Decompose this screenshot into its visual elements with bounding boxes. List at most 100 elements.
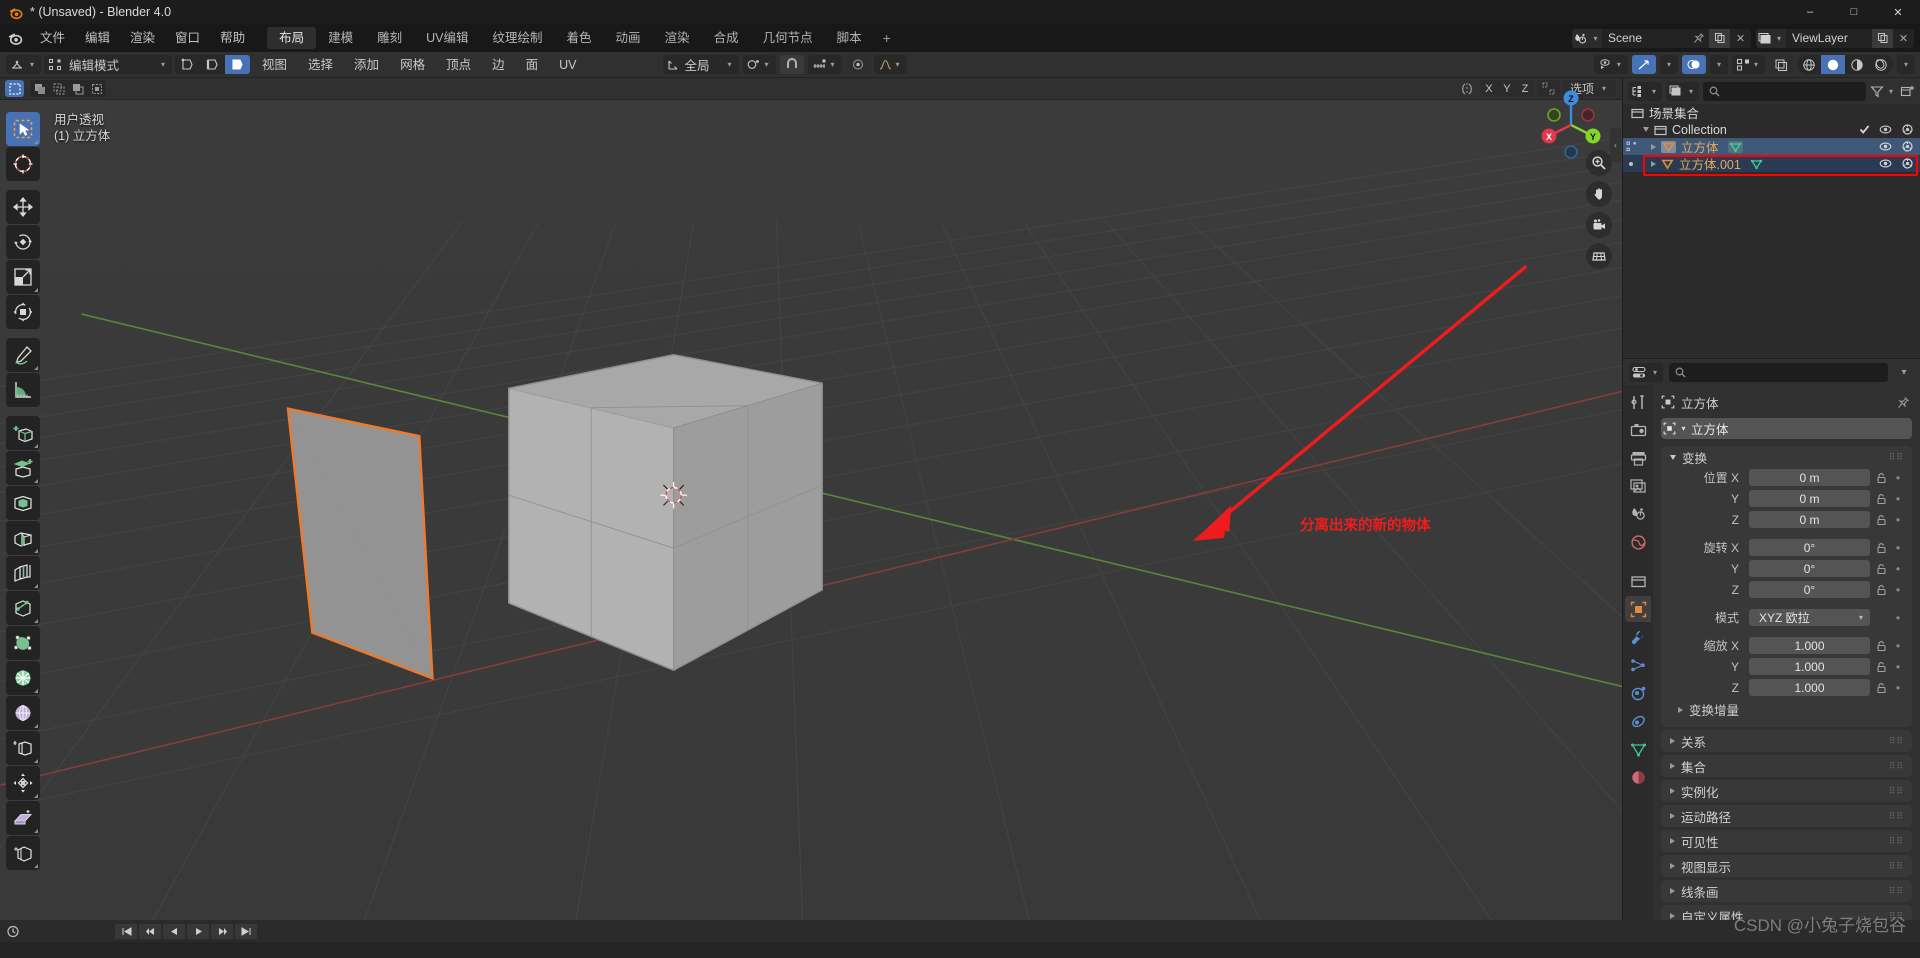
animate-dot-icon[interactable]: • bbox=[1892, 583, 1904, 597]
workspace-tab-uvediting[interactable]: UV编辑 bbox=[414, 27, 480, 49]
overlays-settings-selector[interactable]: ▾ bbox=[1709, 55, 1728, 74]
outliner-row-cube-001[interactable]: 立方体.001 bbox=[1623, 155, 1920, 172]
transform-panel-header[interactable]: 变换 ⠿⠿ bbox=[1661, 446, 1912, 468]
tab-physics[interactable] bbox=[1625, 680, 1651, 706]
delta-transform-subpanel[interactable]: 变换增量 bbox=[1669, 699, 1904, 720]
workspace-tab-texturepaint[interactable]: 纹理绘制 bbox=[481, 27, 555, 49]
outliner-display-mode-selector[interactable]: ▾ bbox=[1666, 81, 1700, 101]
edge-select-button[interactable] bbox=[200, 55, 225, 74]
workspace-tab-scripting[interactable]: 脚本 bbox=[825, 27, 874, 49]
viewport-menu-view[interactable]: 视图 bbox=[253, 52, 296, 78]
gizmo-settings-selector[interactable]: ▾ bbox=[1659, 55, 1678, 74]
tool-edge-slide[interactable] bbox=[6, 731, 40, 765]
workspace-tab-compositing[interactable]: 合成 bbox=[702, 27, 751, 49]
tool-annotate[interactable] bbox=[6, 338, 40, 372]
object-name-field[interactable]: ▾ 立方体 bbox=[1661, 418, 1912, 439]
location-z-input[interactable]: 0 m bbox=[1749, 511, 1870, 528]
select-set-button[interactable] bbox=[5, 80, 24, 97]
sidebar-collapse-arrow[interactable]: ‹ bbox=[1610, 128, 1621, 162]
mirror-axis-x[interactable]: X bbox=[1480, 80, 1498, 97]
jump-start-button[interactable] bbox=[115, 923, 137, 939]
outliner-row-cube[interactable]: 立方体 bbox=[1623, 138, 1920, 155]
tool-poly-build[interactable] bbox=[6, 626, 40, 660]
animate-dot-icon[interactable]: • bbox=[1892, 639, 1904, 653]
viewport-display-panel[interactable]: 视图显示 ⠿⠿ bbox=[1661, 855, 1912, 877]
properties-search-input[interactable] bbox=[1669, 362, 1888, 382]
timeline-editor[interactable] bbox=[0, 920, 1920, 942]
tab-material[interactable] bbox=[1625, 764, 1651, 790]
menu-help[interactable]: 帮助 bbox=[210, 24, 255, 52]
select-extend-button[interactable] bbox=[30, 80, 49, 97]
viewport-menu-face[interactable]: 面 bbox=[517, 52, 548, 78]
tool-loop-cut[interactable] bbox=[6, 556, 40, 590]
cube-001-expand-icon[interactable] bbox=[1651, 160, 1656, 167]
visibility-panel[interactable]: 可见性 ⠿⠿ bbox=[1661, 830, 1912, 852]
tab-view-layer[interactable] bbox=[1625, 473, 1651, 499]
transform-orientation-selector[interactable]: 全局 ▾ bbox=[662, 55, 739, 74]
close-button[interactable]: ✕ bbox=[1876, 0, 1920, 24]
tool-rotate[interactable] bbox=[6, 225, 40, 259]
tool-move[interactable] bbox=[6, 190, 40, 224]
collection-checkbox[interactable] bbox=[1859, 124, 1870, 135]
properties-options-chevron-down-icon[interactable]: ▾ bbox=[1894, 367, 1914, 378]
menu-edit[interactable]: 编辑 bbox=[75, 24, 120, 52]
next-keyframe-button[interactable] bbox=[211, 923, 233, 939]
instancing-panel[interactable]: 实例化 ⠿⠿ bbox=[1661, 780, 1912, 802]
select-invert-button[interactable] bbox=[68, 80, 87, 97]
tool-scale[interactable] bbox=[6, 260, 40, 294]
tab-world[interactable] bbox=[1625, 529, 1651, 555]
toggle-xray-button[interactable] bbox=[1768, 55, 1793, 74]
relations-panel[interactable]: 关系 ⠿⠿ bbox=[1661, 730, 1912, 752]
tool-shear[interactable] bbox=[6, 801, 40, 835]
snap-settings-selector[interactable]: ▾ bbox=[807, 55, 842, 74]
viewport-display-panel-header[interactable]: 视图显示 ⠿⠿ bbox=[1661, 855, 1912, 877]
eye-icon[interactable] bbox=[1879, 141, 1892, 152]
tool-spin[interactable] bbox=[6, 661, 40, 695]
viewport-menu-mesh[interactable]: 网格 bbox=[391, 52, 434, 78]
workspace-tab-shading[interactable]: 着色 bbox=[555, 27, 604, 49]
rotation-y-input[interactable]: 0° bbox=[1749, 560, 1870, 577]
viewport-menu-edge[interactable]: 边 bbox=[483, 52, 514, 78]
pivot-point-selector[interactable]: ▾ bbox=[742, 55, 776, 74]
workspace-tab-modeling[interactable]: 建模 bbox=[316, 27, 365, 49]
play-reverse-button[interactable] bbox=[163, 923, 185, 939]
relations-panel-header[interactable]: 关系 ⠿⠿ bbox=[1661, 730, 1912, 752]
instancing-panel-header[interactable]: 实例化 ⠿⠿ bbox=[1661, 780, 1912, 802]
tool-bevel[interactable] bbox=[6, 521, 40, 555]
menu-window[interactable]: 窗口 bbox=[165, 24, 210, 52]
scale-x-input[interactable]: 1.000 bbox=[1749, 637, 1870, 654]
tab-render[interactable] bbox=[1625, 417, 1651, 443]
new-viewlayer-button[interactable] bbox=[1872, 28, 1893, 48]
outliner-filter-selector[interactable]: ▾ bbox=[1870, 85, 1896, 98]
visibility-panel-header[interactable]: 可见性 ⠿⠿ bbox=[1661, 830, 1912, 852]
shading-settings-selector[interactable]: ▾ bbox=[1896, 55, 1915, 74]
pan-icon[interactable] bbox=[1586, 181, 1612, 207]
motion-paths-panel[interactable]: 运动路径 ⠿⠿ bbox=[1661, 805, 1912, 827]
interaction-mode-selector[interactable]: 编辑模式 ▾ bbox=[44, 55, 173, 74]
workspace-tab-geometrynodes[interactable]: 几何节点 bbox=[751, 27, 825, 49]
delete-scene-button[interactable]: ✕ bbox=[1730, 29, 1751, 48]
xray-toggle-button[interactable]: ▾ bbox=[1731, 55, 1765, 74]
rendered-shading-button[interactable] bbox=[1869, 55, 1893, 74]
proportional-falloff-selector[interactable]: ▾ bbox=[873, 55, 907, 74]
tool-transform[interactable] bbox=[6, 295, 40, 329]
tab-object[interactable] bbox=[1625, 596, 1651, 622]
solid-shading-button[interactable] bbox=[1820, 55, 1845, 74]
animate-dot-icon[interactable]: • bbox=[1892, 492, 1904, 506]
tool-smooth[interactable] bbox=[6, 696, 40, 730]
new-scene-button[interactable] bbox=[1709, 28, 1730, 48]
outliner-search-input[interactable] bbox=[1703, 81, 1866, 101]
tab-collection[interactable] bbox=[1625, 568, 1651, 594]
tool-inset-faces[interactable] bbox=[6, 486, 40, 520]
3d-viewport[interactable]: X Y Z 选项 ▾ 用户透视 (1) 立方体 分离出来的新的物体 Z Y X … bbox=[0, 78, 1622, 942]
lock-icon[interactable] bbox=[1874, 661, 1888, 673]
prev-keyframe-button[interactable] bbox=[139, 923, 161, 939]
outliner-tree[interactable]: 场景集合 Collection 立方体 立方体.001 bbox=[1623, 104, 1920, 358]
rotation-z-input[interactable]: 0° bbox=[1749, 581, 1870, 598]
workspace-tab-animation[interactable]: 动画 bbox=[604, 27, 653, 49]
tool-shrink-fatten[interactable] bbox=[6, 766, 40, 800]
ortho-persp-icon[interactable] bbox=[1586, 243, 1612, 269]
outliner-row-collection[interactable]: Collection bbox=[1623, 121, 1920, 138]
animate-dot-icon[interactable]: • bbox=[1892, 513, 1904, 527]
viewport-menu-select[interactable]: 选择 bbox=[299, 52, 342, 78]
